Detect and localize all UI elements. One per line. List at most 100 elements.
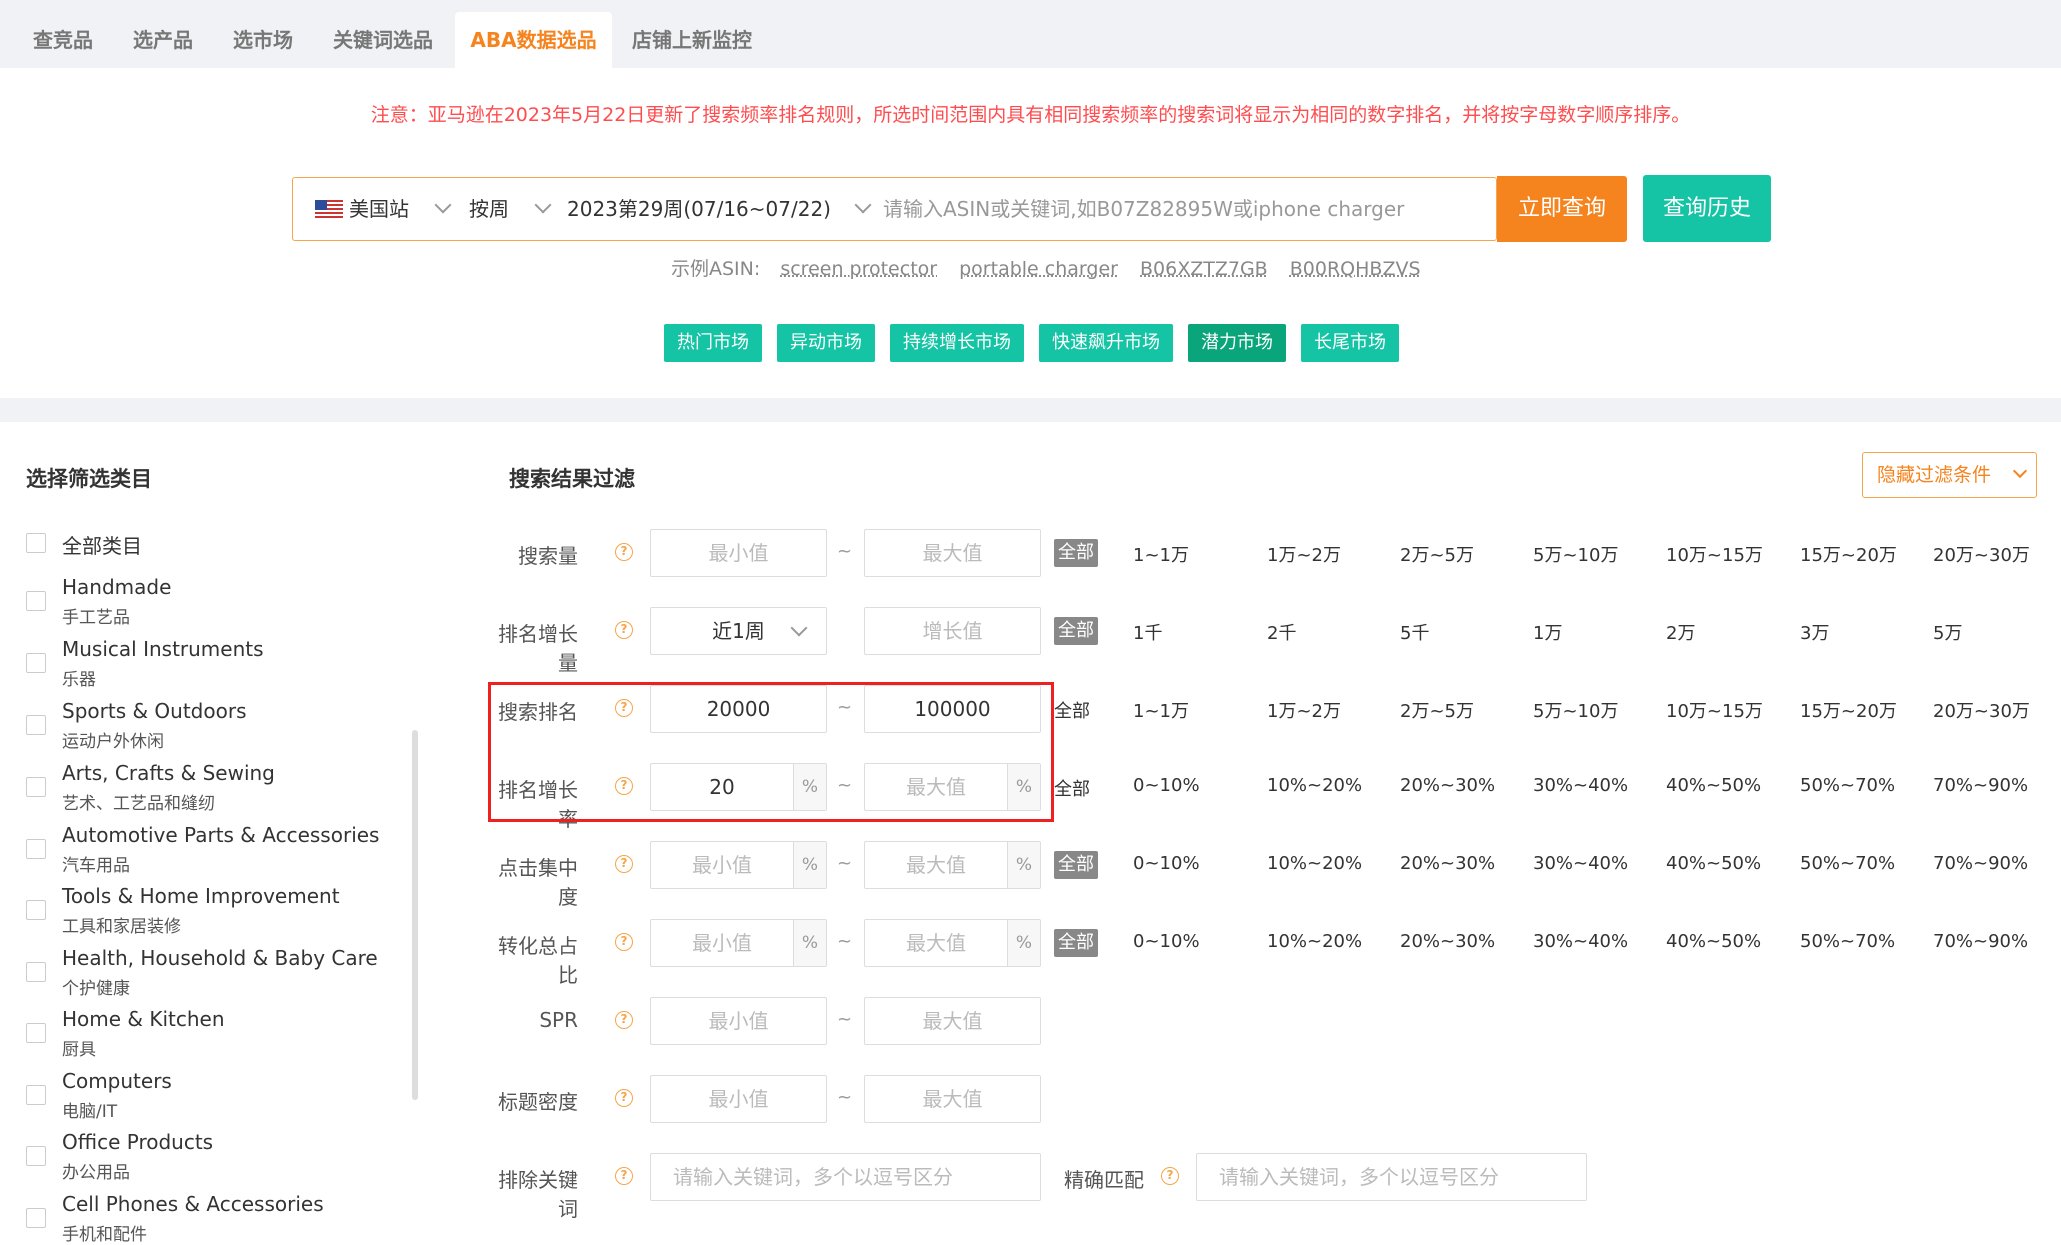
- range-option[interactable]: 20%~30%: [1400, 853, 1495, 874]
- range-option[interactable]: 5万~10万: [1533, 697, 1618, 723]
- category-checkbox[interactable]: [26, 1208, 46, 1228]
- market-hot-button[interactable]: 热门市场: [664, 324, 762, 362]
- title-density-max[interactable]: 最大值: [864, 1075, 1041, 1123]
- category-checkbox[interactable]: [26, 591, 46, 611]
- period-select[interactable]: 按周: [469, 178, 509, 240]
- tab-aba[interactable]: ABA数据选品: [455, 12, 612, 68]
- market-longtail-button[interactable]: 长尾市场: [1301, 324, 1399, 362]
- range-option[interactable]: 10%~20%: [1267, 853, 1362, 874]
- range-option[interactable]: 10万~15万: [1666, 541, 1763, 567]
- all-option[interactable]: 全部: [1054, 775, 1090, 801]
- range-option[interactable]: 70%~90%: [1933, 853, 2028, 874]
- range-option[interactable]: 30%~40%: [1533, 853, 1628, 874]
- exclude-keywords-input[interactable]: 请输入关键词，多个以逗号区分: [650, 1153, 1041, 1201]
- range-option[interactable]: 50%~70%: [1800, 931, 1895, 952]
- range-option[interactable]: 3万: [1800, 619, 1829, 645]
- search-volume-max[interactable]: 最大值: [864, 529, 1041, 577]
- range-option[interactable]: 2千: [1267, 619, 1296, 645]
- market-surge-button[interactable]: 快速飙升市场: [1039, 324, 1173, 362]
- spr-max[interactable]: 最大值: [864, 997, 1041, 1045]
- range-option[interactable]: 5万: [1933, 619, 1962, 645]
- range-option[interactable]: 0~10%: [1133, 775, 1200, 796]
- range-option[interactable]: 1万~2万: [1267, 541, 1341, 567]
- range-option[interactable]: 30%~40%: [1533, 931, 1628, 952]
- market-potential-button[interactable]: 潜力市场: [1188, 324, 1286, 362]
- example-link[interactable]: B00RQHBZVS: [1290, 258, 1421, 280]
- hide-filter-button[interactable]: 隐藏过滤条件: [1862, 452, 2037, 498]
- help-icon[interactable]: ?: [615, 621, 633, 639]
- range-option[interactable]: 20万~30万: [1933, 697, 2030, 723]
- range-option[interactable]: 15万~20万: [1800, 541, 1897, 567]
- example-link[interactable]: portable charger: [959, 258, 1118, 280]
- spr-min[interactable]: 最小值: [650, 997, 827, 1045]
- range-option[interactable]: 0~10%: [1133, 931, 1200, 952]
- category-checkbox[interactable]: [26, 1146, 46, 1166]
- all-option[interactable]: 全部: [1054, 697, 1090, 723]
- title-density-min[interactable]: 最小值: [650, 1075, 827, 1123]
- range-option[interactable]: 50%~70%: [1800, 775, 1895, 796]
- tab-store-monitor[interactable]: 店铺上新监控: [622, 12, 762, 68]
- range-option[interactable]: 1~1万: [1133, 541, 1189, 567]
- range-option[interactable]: 40%~50%: [1666, 775, 1761, 796]
- example-link[interactable]: B06XZTZ7GB: [1140, 258, 1268, 280]
- range-option[interactable]: 10%~20%: [1267, 931, 1362, 952]
- range-option[interactable]: 10%~20%: [1267, 775, 1362, 796]
- range-option[interactable]: 40%~50%: [1666, 853, 1761, 874]
- search-input[interactable]: 请输入ASIN或关键词,如B07Z82895W或iphone charger: [883, 178, 1404, 240]
- exact-match-input[interactable]: 请输入关键词，多个以逗号区分: [1196, 1153, 1587, 1201]
- range-option[interactable]: 1千: [1133, 619, 1162, 645]
- range-option[interactable]: 15万~20万: [1800, 697, 1897, 723]
- range-option[interactable]: 10万~15万: [1666, 697, 1763, 723]
- category-checkbox[interactable]: [26, 653, 46, 673]
- range-option[interactable]: 2万: [1666, 619, 1695, 645]
- range-option[interactable]: 20%~30%: [1400, 775, 1495, 796]
- range-option[interactable]: 30%~40%: [1533, 775, 1628, 796]
- tab-product[interactable]: 选产品: [118, 12, 208, 68]
- tab-market[interactable]: 选市场: [218, 12, 308, 68]
- rank-growth-value[interactable]: 增长值: [864, 607, 1041, 655]
- category-checkbox[interactable]: [26, 962, 46, 982]
- rank-growth-period-select[interactable]: 近1周: [650, 607, 827, 655]
- tab-competitor[interactable]: 查竞品: [18, 12, 108, 68]
- range-option[interactable]: 1~1万: [1133, 697, 1189, 723]
- range-option[interactable]: 40%~50%: [1666, 931, 1761, 952]
- example-link[interactable]: screen protector: [780, 258, 937, 280]
- range-option[interactable]: 20%~30%: [1400, 931, 1495, 952]
- all-tag[interactable]: 全部: [1054, 851, 1098, 879]
- market-growth-button[interactable]: 持续增长市场: [890, 324, 1024, 362]
- range-option[interactable]: 2万~5万: [1400, 697, 1474, 723]
- help-icon[interactable]: ?: [615, 1089, 633, 1107]
- help-icon[interactable]: ?: [615, 933, 633, 951]
- click-concentration-min[interactable]: 最小值 %: [650, 841, 827, 889]
- category-checkbox[interactable]: [26, 900, 46, 920]
- category-checkbox[interactable]: [26, 1085, 46, 1105]
- help-icon[interactable]: ?: [615, 1011, 633, 1029]
- help-icon[interactable]: ?: [615, 543, 633, 561]
- conversion-share-min[interactable]: 最小值 %: [650, 919, 827, 967]
- category-checkbox[interactable]: [26, 1023, 46, 1043]
- tab-keyword[interactable]: 关键词选品: [318, 12, 448, 68]
- range-option[interactable]: 5千: [1400, 619, 1429, 645]
- conversion-share-max[interactable]: 最大值 %: [864, 919, 1041, 967]
- category-checkbox[interactable]: [26, 715, 46, 735]
- help-icon[interactable]: ?: [1161, 1167, 1179, 1185]
- all-tag[interactable]: 全部: [1054, 617, 1098, 645]
- range-option[interactable]: 20万~30万: [1933, 541, 2030, 567]
- click-concentration-max[interactable]: 最大值 %: [864, 841, 1041, 889]
- range-option[interactable]: 0~10%: [1133, 853, 1200, 874]
- site-select[interactable]: 美国站: [349, 178, 409, 240]
- help-icon[interactable]: ?: [615, 855, 633, 873]
- range-option[interactable]: 70%~90%: [1933, 931, 2028, 952]
- query-button[interactable]: 立即查询: [1497, 176, 1627, 242]
- range-option[interactable]: 1万: [1533, 619, 1562, 645]
- category-checkbox[interactable]: [26, 839, 46, 859]
- all-tag[interactable]: 全部: [1054, 929, 1098, 957]
- category-checkbox[interactable]: [26, 777, 46, 797]
- market-anomaly-button[interactable]: 异动市场: [777, 324, 875, 362]
- range-option[interactable]: 50%~70%: [1800, 853, 1895, 874]
- category-scrollbar[interactable]: [412, 730, 418, 1100]
- range-option[interactable]: 5万~10万: [1533, 541, 1618, 567]
- help-icon[interactable]: ?: [615, 1167, 633, 1185]
- range-option[interactable]: 2万~5万: [1400, 541, 1474, 567]
- range-option[interactable]: 70%~90%: [1933, 775, 2028, 796]
